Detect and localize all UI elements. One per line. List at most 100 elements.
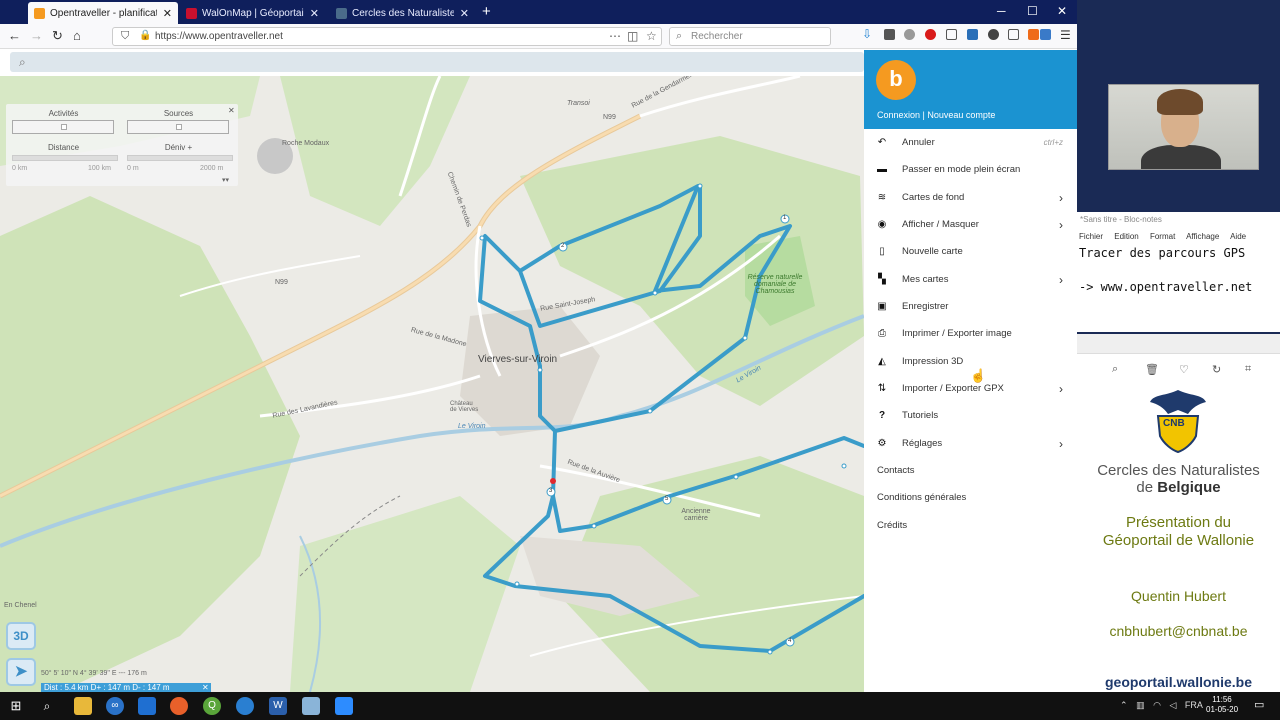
qgis-icon[interactable]: Q [203,697,221,715]
chevron-up-icon[interactable]: ⌃ [1120,700,1128,710]
menu-item-imprimer[interactable]: ⎙ Imprimer / Exporter image [864,320,1077,347]
windows-start-icon[interactable]: ⊞ [7,697,25,715]
filter-sources-label: Sources [163,109,194,118]
view-3d-button[interactable]: 3D [6,622,36,650]
cursor-mode-button[interactable]: ➤ [6,658,36,686]
map-canvas[interactable]: 1 2 3 4 5 Roche Modaux N99 N99 Rue de la… [0,76,864,692]
rotate-icon[interactable]: ↻ [1212,363,1221,376]
pocket-icon[interactable]: ◫ [627,29,638,43]
menu-link-contacts[interactable]: Contacts [864,457,1077,484]
close-tab-icon[interactable]: ✕ [163,7,172,20]
bookmark-star-icon[interactable]: ☆ [646,29,657,43]
crest-text: CNB [1163,418,1185,429]
trash-icon[interactable]: 🗑 [1145,363,1159,376]
side-menu: b Connexion | Nouveau compte ↶ Annuler c… [864,50,1077,692]
distance-slider[interactable] [12,155,118,161]
notepad-app-icon[interactable] [302,697,320,715]
activities-checkbox[interactable] [61,124,67,130]
chat-icon[interactable] [236,697,254,715]
notepad-line-2[interactable]: -> www.opentraveller.net [1079,280,1252,294]
minimize-icon[interactable]: ─ [997,4,1006,18]
library-icon[interactable] [884,29,895,40]
notifications-icon[interactable]: ▭ [1254,698,1264,711]
close-tab-icon[interactable]: ✕ [460,7,469,20]
notepad-line-1[interactable]: Tracer des parcours GPS [1079,246,1245,260]
sidebar-icon[interactable] [1008,29,1019,40]
url-bar[interactable]: ⛉ 🔒 https://www.opentraveller.net ⋯ ◫ ☆ [112,27,662,46]
zoom-app-icon[interactable] [335,697,353,715]
app-blue-icon[interactable]: ∞ [106,697,124,715]
close-tab-icon[interactable]: ✕ [310,7,319,20]
close-stats-icon[interactable]: ✕ [202,683,209,692]
walonmap-favicon-icon [186,7,197,19]
notepad-menu-affichage[interactable]: Affichage [1186,232,1219,241]
zoom-icon[interactable]: ⌕ [1112,363,1118,376]
menu-item-mes-cartes[interactable]: ▚ Mes cartes › [864,266,1077,293]
menu-item-fullscreen[interactable]: ▬ Passer en mode plein écran [864,156,1077,183]
notepad-menu-edition[interactable]: Edition [1114,232,1138,241]
extension-blue-icon[interactable] [967,29,978,40]
map-search-bar[interactable]: ⌕ [10,52,864,72]
menu-item-tutoriels[interactable]: ? Tutoriels [864,402,1077,429]
menu-item-nouvelle-carte[interactable]: ▯ Nouvelle carte [864,238,1077,265]
notepad-menu-fichier[interactable]: Fichier [1079,232,1103,241]
windows-taskbar: ⊞ ⌕ ∞ Q W ⌃ ▥ ◠ ◁ FRA 11:56 01-05-20 ▭ [0,692,1280,720]
reload-icon[interactable]: ↻ [52,28,63,44]
close-panel-icon[interactable]: ✕ [228,106,235,115]
language-indicator[interactable]: FRA [1185,700,1203,710]
search-icon[interactable]: ⌕ [38,697,56,715]
route-marker-label: 4 [788,638,792,644]
screenshot-icon[interactable] [946,29,957,40]
heart-icon[interactable]: ♡ [1179,363,1189,376]
clock[interactable]: 11:56 01-05-20 [1206,695,1238,715]
firefox-icon[interactable] [170,697,188,715]
shield-icon[interactable]: ⛉ [121,30,129,43]
back-arrow-icon[interactable]: ← [8,28,21,43]
notepad-menu-aide[interactable]: Aide [1230,232,1246,241]
wifi-icon[interactable]: ◠ [1153,700,1161,710]
notepad-menu-format[interactable]: Format [1150,232,1175,241]
chevron-down-icon[interactable]: ▾▾ [222,176,229,184]
account-icon[interactable] [988,29,999,40]
forward-arrow-icon[interactable]: → [30,28,43,43]
tab-walonmap[interactable]: WalOnMap | Géoportail de la W ✕ [180,2,325,24]
maximize-icon[interactable]: ☐ [1027,4,1038,18]
slide-toolbar-strip [1077,334,1280,354]
tab-cnb[interactable]: Cercles des Naturalistes de Belg ✕ [330,2,475,24]
menu-link-conditions[interactable]: Conditions générales [864,484,1077,511]
browser-search-box[interactable]: ⌕ Rechercher [669,27,831,46]
download-icon[interactable]: ⇩ [862,27,873,41]
page-actions-icon[interactable]: ⋯ [609,29,621,43]
extension-gray-icon[interactable] [904,29,915,40]
activities-select[interactable] [12,120,114,134]
extension-orange-icon[interactable] [1028,29,1039,40]
opentraveller-logo[interactable]: b [876,60,916,100]
volume-icon[interactable]: ◁ [1169,700,1176,710]
sources-select[interactable] [127,120,229,134]
layers-icon: ≋ [877,192,887,203]
outlook-icon[interactable] [138,697,156,715]
lock-icon[interactable]: 🔒 [139,30,151,41]
hamburger-menu-icon[interactable]: ☰ [1060,28,1071,42]
sources-checkbox[interactable] [176,124,182,130]
network-icon[interactable]: ▥ [1136,700,1145,710]
file-explorer-icon[interactable] [74,697,92,715]
menu-item-annuler[interactable]: ↶ Annuler ctrl+z [864,129,1077,156]
menu-item-reglages[interactable]: ⚙ Réglages › [864,430,1077,457]
opentraveller-page: ⌕ 1 2 3 4 5 Roche Modaux N99 N99 Rue de … [0,50,1077,692]
slide-title-line1: Présentation du [1125,514,1232,531]
new-tab-icon[interactable]: + [482,3,491,20]
close-window-icon[interactable]: ✕ [1057,4,1067,18]
menu-item-cartes-de-fond[interactable]: ≋ Cartes de fond › [864,184,1077,211]
menu-item-enregistrer[interactable]: ▣ Enregistrer [864,293,1077,320]
login-register-link[interactable]: Connexion | Nouveau compte [877,110,995,120]
menu-item-afficher-masquer[interactable]: ◉ Afficher / Masquer › [864,211,1077,238]
word-icon[interactable]: W [269,697,287,715]
elevation-slider[interactable] [127,155,233,161]
crop-icon[interactable]: ⌗ [1245,363,1251,376]
home-icon[interactable]: ⌂ [73,28,81,43]
extensions-puzzle-icon[interactable] [1040,29,1051,40]
adblock-icon[interactable] [925,29,936,40]
menu-link-credits[interactable]: Crédits [864,512,1077,539]
tab-opentraveller[interactable]: Opentraveller - planificateur d'it ✕ [28,2,178,24]
